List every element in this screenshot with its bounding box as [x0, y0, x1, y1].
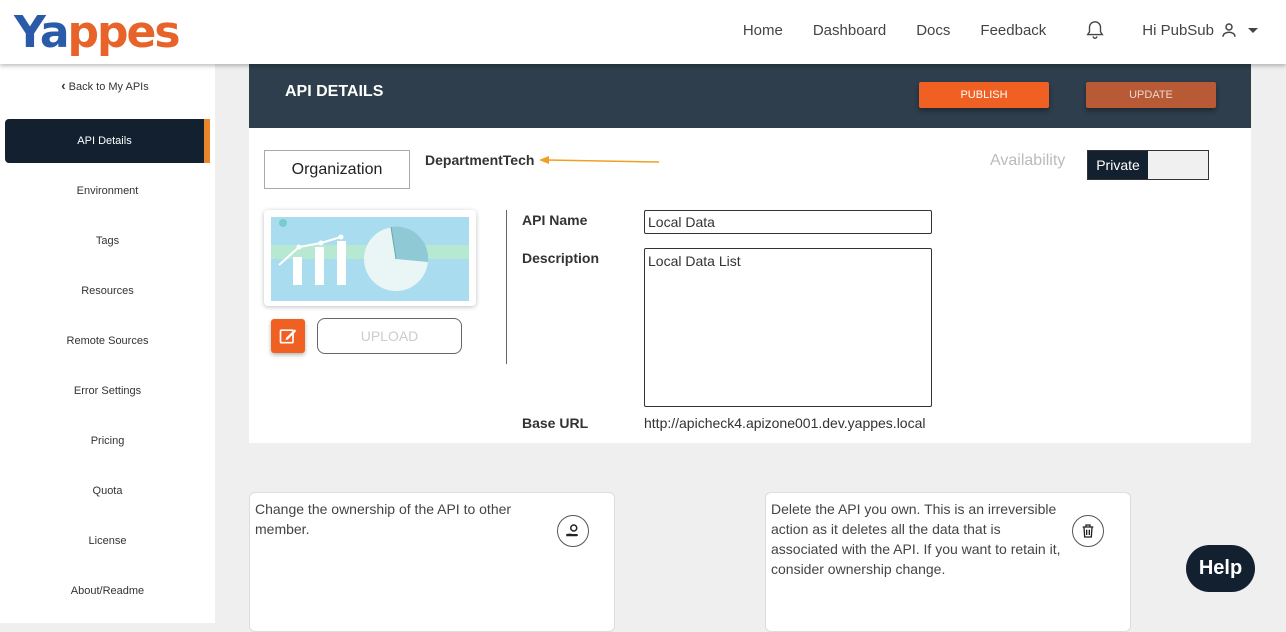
organization-value: DepartmentTech [425, 152, 535, 168]
bell-icon[interactable] [1084, 19, 1106, 41]
divider [506, 210, 507, 364]
delete-api-card: Delete the API you own. This is an irrev… [765, 492, 1131, 632]
sidebar-item-about-readme[interactable]: About/Readme [5, 569, 210, 613]
availability-private-option[interactable]: Private [1088, 151, 1148, 179]
api-name-input[interactable] [644, 210, 932, 234]
logo-text-a: Ya [14, 6, 69, 58]
help-button[interactable]: Help [1186, 545, 1255, 592]
sidebar-item-error-settings[interactable]: Error Settings [5, 369, 210, 413]
sidebar-item-pricing[interactable]: Pricing [5, 419, 210, 463]
change-ownership-card: Change the ownership of the API to other… [249, 492, 615, 632]
user-menu[interactable]: Hi PubSub [1142, 21, 1258, 39]
organization-label: Organization [264, 150, 410, 189]
base-url-value: http://apicheck4.apizone001.dev.yappes.l… [644, 415, 926, 431]
chevron-down-icon [1248, 27, 1258, 33]
publish-button[interactable]: PUBLISH [919, 82, 1049, 108]
sidebar-item-resources[interactable]: Resources [5, 269, 210, 313]
delete-api-button[interactable] [1072, 515, 1104, 547]
nav-dashboard[interactable]: Dashboard [813, 22, 886, 39]
api-thumbnail [264, 210, 476, 306]
user-greeting: Hi PubSub [1142, 21, 1214, 39]
availability-label: Availability [990, 152, 1066, 169]
description-textarea[interactable]: Local Data List [644, 248, 932, 407]
change-ownership-button[interactable] [557, 515, 589, 547]
ownership-text: Change the ownership of the API to other… [255, 501, 512, 537]
arrow-annotation-icon [539, 156, 660, 164]
logo-text-b: ppes [67, 6, 181, 58]
pencil-icon [279, 329, 297, 344]
sidebar-item-tags[interactable]: Tags [5, 219, 210, 263]
yappes-logo[interactable]: Ya ppes [14, 6, 181, 58]
sidebar-item-environment[interactable]: Environment [5, 169, 210, 213]
transfer-owner-icon [566, 524, 578, 537]
back-to-my-apis-link[interactable]: ‹ Back to My APIs [0, 78, 210, 93]
top-bar: Ya ppes Home Dashboard Docs Feedback Hi P… [0, 0, 1286, 64]
api-details-panel: Organization DepartmentTech Availability… [249, 128, 1251, 443]
nav-home[interactable]: Home [743, 22, 783, 39]
sidebar: ‹ Back to My APIs API Details Environment… [0, 64, 215, 623]
sidebar-item-quota[interactable]: Quota [5, 469, 210, 513]
user-icon [1222, 23, 1236, 37]
back-label: Back to My APIs [68, 81, 149, 93]
sidebar-item-remote-sources[interactable]: Remote Sources [5, 319, 210, 363]
description-label: Description [522, 250, 600, 266]
upload-button[interactable]: UPLOAD [317, 318, 462, 354]
chevron-left-icon: ‹ [61, 78, 66, 93]
trash-icon [1082, 524, 1094, 538]
sidebar-item-license[interactable]: License [5, 519, 210, 563]
top-nav: Home Dashboard Docs Feedback Hi PubSub [743, 0, 1258, 60]
availability-public-option[interactable] [1148, 151, 1208, 179]
availability-toggle[interactable]: Private [1087, 150, 1209, 180]
base-url-label: Base URL [522, 415, 589, 431]
update-button[interactable]: UPDATE [1086, 82, 1216, 108]
delete-text: Delete the API you own. This is an irrev… [771, 501, 1061, 577]
nav-docs[interactable]: Docs [916, 22, 950, 39]
sidebar-item-api-details[interactable]: API Details [5, 119, 210, 163]
edit-image-button[interactable] [271, 319, 305, 353]
page-title: API DETAILS [285, 83, 384, 100]
api-details-header: API DETAILS PUBLISH UPDATE [249, 64, 1251, 128]
nav-feedback[interactable]: Feedback [980, 22, 1046, 39]
api-name-label: API Name [522, 212, 588, 228]
